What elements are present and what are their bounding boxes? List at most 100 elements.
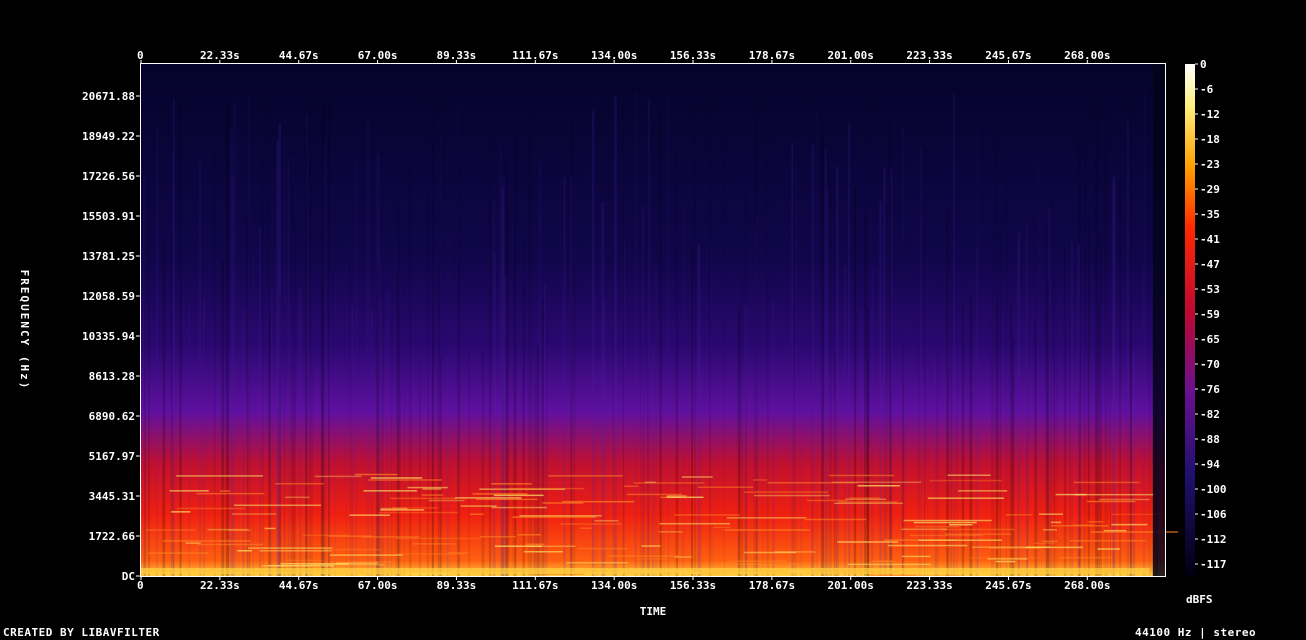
streak (155, 126, 158, 576)
harmonic-band (927, 497, 1004, 499)
streak (1046, 281, 1049, 576)
streak (866, 255, 868, 576)
streak (328, 104, 330, 577)
footer-left: CREATED BY LIBAVFILTER (3, 626, 160, 639)
harmonic-band (915, 525, 959, 528)
streak (694, 104, 696, 577)
y-tick-label: 1722.66 (89, 530, 136, 543)
harmonic-band (363, 490, 418, 492)
streak (545, 323, 548, 576)
streak (1126, 119, 1130, 576)
streak (311, 131, 313, 576)
harmonic-band (148, 552, 209, 554)
harmonic-band (744, 551, 797, 554)
streak (242, 308, 245, 576)
y-tick-label: 15503.91 (82, 210, 135, 223)
harmonic-band (542, 502, 584, 504)
harmonic-band (407, 486, 448, 489)
y-tick-label: 10335.94 (82, 330, 135, 343)
streak (276, 140, 280, 576)
streak (756, 97, 758, 576)
streak (533, 313, 537, 576)
streak (647, 97, 651, 577)
x-tick-label-bottom: 22.33s (200, 579, 240, 592)
harmonic-band (559, 523, 622, 525)
harmonic-band (345, 561, 396, 563)
streak (1053, 278, 1056, 576)
harmonic-band (219, 490, 230, 492)
streak (591, 110, 594, 577)
harmonic-band (929, 479, 1002, 482)
streak (889, 120, 892, 576)
streak (489, 285, 493, 576)
colorbar-tick-label: -41 (1200, 233, 1220, 246)
harmonic-band (1051, 521, 1062, 524)
streak (213, 152, 216, 576)
harmonic-band (469, 513, 484, 515)
harmonic-band (1073, 481, 1140, 484)
streak (345, 238, 347, 576)
x-tick-label-bottom: 268.00s (1064, 579, 1110, 592)
streak (144, 224, 147, 576)
harmonic-band (428, 499, 465, 502)
streak (1027, 211, 1029, 576)
harmonic-band (460, 505, 497, 507)
streak (252, 224, 254, 576)
streak (203, 298, 206, 576)
streak (287, 158, 290, 577)
y-axis: DC 1722.66 3445.31 5167.97 6890.62 8613.28 103… (82, 90, 140, 583)
harmonic-band (995, 560, 1016, 563)
harmonic-band (724, 529, 810, 531)
x-tick-label-bottom: 156.33s (670, 579, 716, 592)
harmonic-band (517, 534, 541, 536)
harmonic-band (264, 527, 276, 530)
streak (148, 190, 151, 576)
streak (1106, 114, 1108, 577)
streak (792, 299, 796, 576)
x-axis-bottom: 0 22.33s 44.67s 67.00s 89.33s 111.67s 134.00s 1… (137, 577, 1110, 592)
streak (977, 120, 979, 577)
x-tick-label-bottom: 111.67s (512, 579, 558, 592)
streak (1112, 182, 1115, 576)
colorbar-ticks: 0 -6 -12 -18 -23 -29 -35 -41 -47 -53 -59 -65 -70 -76 -… (1195, 58, 1227, 571)
streak (481, 351, 485, 576)
colorbar-tick-label: -6 (1200, 83, 1214, 96)
harmonic-band (248, 547, 333, 549)
harmonic-band (185, 542, 201, 544)
streak (864, 215, 866, 576)
harmonic-band (806, 499, 848, 502)
streak (179, 99, 182, 576)
streak (919, 148, 923, 576)
streak (681, 208, 685, 576)
streak (651, 344, 654, 576)
streak (394, 225, 397, 577)
streak (601, 201, 605, 576)
streak (541, 300, 544, 576)
harmonic-band (275, 482, 324, 485)
streak (522, 238, 525, 576)
streak (366, 122, 370, 576)
harmonic-band (667, 495, 687, 497)
harmonic-band (857, 485, 900, 487)
harmonic-band (396, 553, 464, 555)
colorbar-tick-label: -100 (1200, 483, 1227, 496)
harmonic-band (176, 475, 263, 477)
streak (901, 298, 903, 576)
streak (403, 264, 405, 576)
harmonic-band (753, 479, 768, 481)
colorbar (1185, 64, 1195, 576)
harmonic-band (302, 534, 348, 537)
streak (501, 187, 504, 576)
colorbar-tick-label: -94 (1200, 458, 1220, 471)
streak (991, 230, 994, 577)
streak (1143, 91, 1146, 576)
harmonic-band (1074, 493, 1155, 496)
y-tick-label: 5167.97 (89, 450, 135, 463)
harmonic-band (641, 545, 661, 547)
harmonic-band (729, 560, 787, 563)
streak (299, 288, 302, 576)
streak (791, 142, 793, 576)
colorbar-tick-label: -23 (1200, 158, 1220, 171)
streak (320, 279, 324, 576)
harmonic-band (712, 526, 731, 529)
